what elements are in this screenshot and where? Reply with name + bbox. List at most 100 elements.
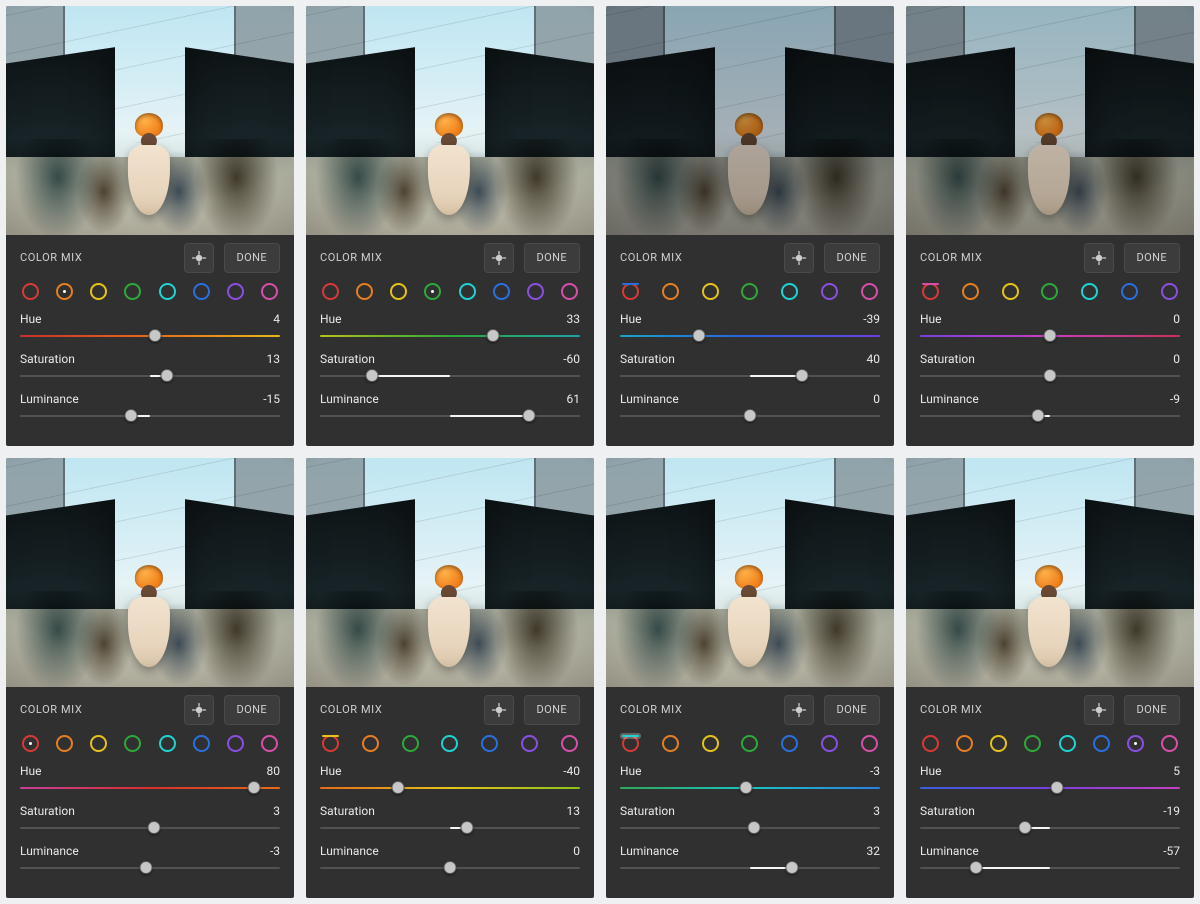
swatch-red[interactable] bbox=[22, 283, 39, 300]
luminance-slider[interactable] bbox=[920, 410, 1180, 422]
swatch-aqua[interactable] bbox=[159, 735, 176, 752]
luminance-slider[interactable] bbox=[620, 862, 880, 874]
saturation-thumb[interactable] bbox=[747, 821, 760, 834]
swatch-yellow[interactable] bbox=[322, 735, 339, 737]
hue-slider[interactable] bbox=[320, 330, 580, 342]
swatch-yellow[interactable] bbox=[702, 735, 719, 752]
targeted-adjustment-icon[interactable] bbox=[484, 243, 514, 273]
hue-thumb[interactable] bbox=[486, 329, 499, 342]
swatch-yellow[interactable] bbox=[702, 283, 719, 300]
swatch-red[interactable] bbox=[322, 283, 339, 300]
swatch-orange[interactable] bbox=[56, 283, 73, 300]
swatch-aqua[interactable] bbox=[781, 283, 798, 300]
hue-thumb[interactable] bbox=[693, 329, 706, 342]
done-button[interactable]: DONE bbox=[1124, 243, 1181, 273]
swatch-aqua[interactable] bbox=[622, 735, 639, 737]
luminance-thumb[interactable] bbox=[969, 861, 982, 874]
swatch-purple[interactable] bbox=[227, 283, 244, 300]
swatch-magenta[interactable] bbox=[261, 735, 278, 752]
swatch-blue[interactable] bbox=[493, 283, 510, 300]
swatch-purple[interactable] bbox=[1161, 283, 1178, 300]
swatch-orange[interactable] bbox=[662, 283, 679, 300]
swatch-green[interactable] bbox=[402, 735, 419, 752]
saturation-slider[interactable] bbox=[620, 822, 880, 834]
luminance-slider[interactable] bbox=[20, 862, 280, 874]
targeted-adjustment-icon[interactable] bbox=[1084, 243, 1114, 273]
luminance-thumb[interactable] bbox=[744, 409, 757, 422]
saturation-slider[interactable] bbox=[20, 822, 280, 834]
hue-thumb[interactable] bbox=[740, 781, 753, 794]
saturation-thumb[interactable] bbox=[1019, 821, 1032, 834]
hue-thumb[interactable] bbox=[1050, 781, 1063, 794]
swatch-red[interactable] bbox=[322, 735, 339, 752]
saturation-slider[interactable] bbox=[320, 370, 580, 382]
swatch-green[interactable] bbox=[124, 735, 141, 752]
targeted-adjustment-icon[interactable] bbox=[784, 243, 814, 273]
saturation-slider[interactable] bbox=[320, 822, 580, 834]
luminance-slider[interactable] bbox=[620, 410, 880, 422]
hue-thumb[interactable] bbox=[248, 781, 261, 794]
swatch-blue[interactable] bbox=[193, 735, 210, 752]
hue-slider[interactable] bbox=[20, 330, 280, 342]
done-button[interactable]: DONE bbox=[524, 243, 581, 273]
swatch-purple[interactable] bbox=[821, 735, 838, 752]
saturation-thumb[interactable] bbox=[147, 821, 160, 834]
swatch-purple[interactable] bbox=[1127, 735, 1144, 752]
saturation-slider[interactable] bbox=[20, 370, 280, 382]
hue-slider[interactable] bbox=[920, 782, 1180, 794]
swatch-orange[interactable] bbox=[56, 735, 73, 752]
hue-slider[interactable] bbox=[20, 782, 280, 794]
swatch-orange[interactable] bbox=[356, 283, 373, 300]
done-button[interactable]: DONE bbox=[524, 695, 581, 725]
swatch-orange[interactable] bbox=[956, 735, 973, 752]
swatch-purple[interactable] bbox=[821, 283, 838, 300]
done-button[interactable]: DONE bbox=[824, 243, 881, 273]
swatch-magenta[interactable] bbox=[922, 283, 939, 285]
swatch-yellow[interactable] bbox=[390, 283, 407, 300]
luminance-thumb[interactable] bbox=[1032, 409, 1045, 422]
swatch-purple[interactable] bbox=[521, 735, 538, 752]
saturation-slider[interactable] bbox=[620, 370, 880, 382]
luminance-slider[interactable] bbox=[920, 862, 1180, 874]
targeted-adjustment-icon[interactable] bbox=[184, 243, 214, 273]
swatch-red[interactable] bbox=[622, 735, 639, 752]
swatch-aqua[interactable] bbox=[459, 283, 476, 300]
saturation-slider[interactable] bbox=[920, 370, 1180, 382]
swatch-aqua[interactable] bbox=[1059, 735, 1076, 752]
swatch-blue[interactable] bbox=[622, 283, 639, 285]
luminance-thumb[interactable] bbox=[785, 861, 798, 874]
luminance-thumb[interactable] bbox=[444, 861, 457, 874]
swatch-orange[interactable] bbox=[962, 283, 979, 300]
luminance-thumb[interactable] bbox=[523, 409, 536, 422]
luminance-slider[interactable] bbox=[320, 410, 580, 422]
saturation-thumb[interactable] bbox=[1044, 369, 1057, 382]
hue-slider[interactable] bbox=[620, 782, 880, 794]
targeted-adjustment-icon[interactable] bbox=[184, 695, 214, 725]
swatch-green[interactable] bbox=[741, 283, 758, 300]
swatch-green[interactable] bbox=[424, 283, 441, 300]
swatch-aqua[interactable] bbox=[1081, 283, 1098, 300]
swatch-green[interactable] bbox=[1024, 735, 1041, 752]
targeted-adjustment-icon[interactable] bbox=[784, 695, 814, 725]
swatch-magenta[interactable] bbox=[261, 283, 278, 300]
swatch-green[interactable] bbox=[1041, 283, 1058, 300]
swatch-orange[interactable] bbox=[662, 735, 679, 752]
done-button[interactable]: DONE bbox=[1124, 695, 1181, 725]
saturation-thumb[interactable] bbox=[460, 821, 473, 834]
done-button[interactable]: DONE bbox=[224, 243, 281, 273]
swatch-orange[interactable] bbox=[362, 735, 379, 752]
swatch-yellow[interactable] bbox=[990, 735, 1007, 752]
hue-thumb[interactable] bbox=[392, 781, 405, 794]
swatch-magenta[interactable] bbox=[1161, 735, 1178, 752]
swatch-blue[interactable] bbox=[781, 735, 798, 752]
saturation-slider[interactable] bbox=[920, 822, 1180, 834]
done-button[interactable]: DONE bbox=[824, 695, 881, 725]
luminance-slider[interactable] bbox=[320, 862, 580, 874]
swatch-aqua[interactable] bbox=[441, 735, 458, 752]
swatch-purple[interactable] bbox=[527, 283, 544, 300]
hue-slider[interactable] bbox=[620, 330, 880, 342]
saturation-thumb[interactable] bbox=[160, 369, 173, 382]
swatch-blue[interactable] bbox=[1121, 283, 1138, 300]
swatch-red[interactable] bbox=[922, 735, 939, 752]
hue-slider[interactable] bbox=[920, 330, 1180, 342]
